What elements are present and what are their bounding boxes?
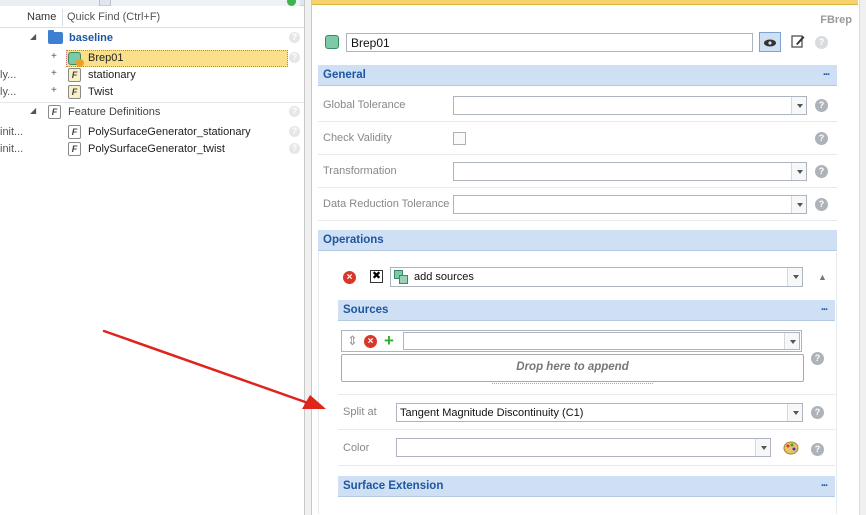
annotation-arrow xyxy=(102,329,326,409)
